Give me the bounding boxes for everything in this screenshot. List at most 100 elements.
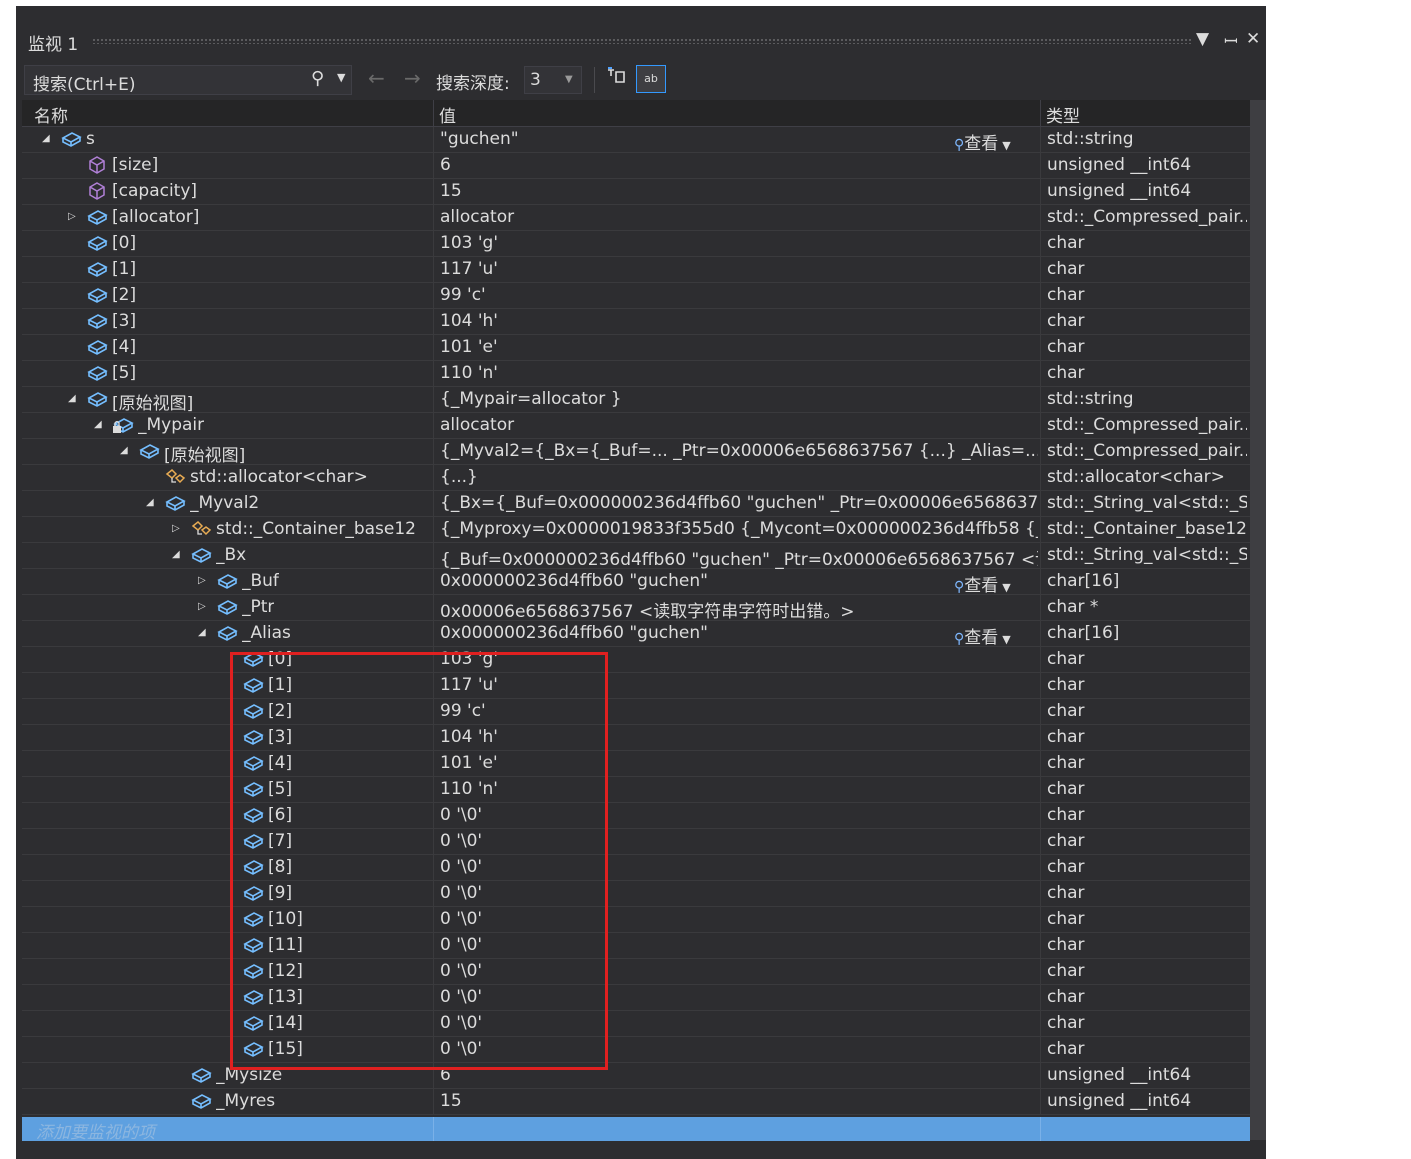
variable-value[interactable]: 6 (440, 155, 1038, 175)
name-cell[interactable]: ▷ _Ptr (22, 595, 434, 620)
expand-arrow-icon[interactable]: ▷ (172, 523, 184, 534)
watch-row[interactable]: _Mysize 6 unsigned __int64 (22, 1063, 1250, 1089)
name-cell[interactable]: [4] (22, 335, 434, 360)
pin-to-source-icon[interactable] (604, 64, 628, 94)
value-cell[interactable]: 0x00006e6568637567 <读取字符串字符时出错。> (434, 595, 1041, 622)
value-cell[interactable]: 0x000000236d4ffb60 "guchen" ⚲查看 ▼ (434, 569, 1041, 596)
name-cell[interactable]: ▷ _Buf (22, 569, 434, 594)
name-cell[interactable]: [5] (22, 361, 434, 386)
chevron-down-icon[interactable]: ▼ (1002, 139, 1010, 152)
visualizer-button[interactable]: ⚲查看 ▼ (954, 623, 1011, 648)
value-cell[interactable]: {_Mypair=allocator } (434, 387, 1041, 412)
watch-row[interactable]: [11] 0 '\0' char (22, 933, 1250, 959)
variable-value[interactable]: 117 'u' (440, 259, 1038, 279)
variable-value[interactable]: allocator (440, 415, 1038, 435)
name-cell[interactable]: [size] (22, 153, 434, 178)
add-watch-row[interactable]: 添加要监视的项 (22, 1117, 1250, 1143)
name-cell[interactable]: ◢ s (22, 127, 434, 152)
name-cell[interactable]: ◢ _Myval2 (22, 491, 434, 516)
variable-value[interactable]: {_Bx={_Buf=0x000000236d4ffb60 "guchen" _… (440, 493, 1038, 513)
name-cell[interactable]: ◢ _Mypair (22, 413, 434, 438)
variable-value[interactable]: {_Mypair=allocator } (440, 389, 1038, 409)
value-cell[interactable]: 117 'u' (434, 257, 1041, 282)
collapse-arrow-icon[interactable]: ◢ (198, 627, 210, 638)
variable-value[interactable]: "guchen" (440, 129, 1038, 149)
watch-row[interactable]: ▷ _Ptr 0x00006e6568637567 <读取字符串字符时出错。> cha… (22, 595, 1250, 622)
value-cell[interactable]: 103 'g' (434, 231, 1041, 256)
collapse-arrow-icon[interactable]: ◢ (68, 393, 80, 404)
watch-row[interactable]: [0] 103 'g' char (22, 647, 1250, 673)
name-cell[interactable]: ◢ [原始视图] (22, 387, 434, 414)
vertical-scrollbar[interactable] (1250, 100, 1266, 1140)
watch-row[interactable]: [7] 0 '\0' char (22, 829, 1250, 855)
watch-row[interactable]: [15] 0 '\0' char (22, 1037, 1250, 1063)
column-splitter[interactable] (433, 100, 434, 126)
value-cell[interactable]: 6 (434, 153, 1041, 178)
watch-row[interactable]: [1] 117 'u' char (22, 257, 1250, 283)
expand-arrow-icon[interactable]: ▷ (68, 211, 80, 222)
watch-row[interactable]: _Myres 15 unsigned __int64 (22, 1089, 1250, 1115)
chevron-down-icon[interactable]: ▼ (1002, 633, 1010, 646)
name-cell[interactable]: [1] (22, 257, 434, 282)
variable-value[interactable]: 99 'c' (440, 285, 1038, 305)
variable-value[interactable]: 15 (440, 1091, 1038, 1111)
name-cell[interactable]: ◢ [原始视图] (22, 439, 434, 466)
search-input[interactable]: 搜索(Ctrl+E) ⚲ ▼ (24, 65, 352, 95)
value-cell[interactable]: {...} (434, 465, 1041, 490)
expand-arrow-icon[interactable]: ▷ (198, 575, 210, 586)
collapse-arrow-icon[interactable]: ◢ (94, 419, 106, 430)
watch-row[interactable]: [4] 101 'e' char (22, 751, 1250, 777)
value-cell[interactable]: 15 (434, 1089, 1041, 1114)
value-cell[interactable]: allocator (434, 413, 1041, 438)
close-icon[interactable]: ✕ (1246, 29, 1260, 49)
value-cell[interactable]: "guchen" ⚲查看 ▼ (434, 127, 1041, 154)
name-cell[interactable]: [2] (22, 283, 434, 308)
value-cell[interactable]: 110 'n' (434, 361, 1041, 386)
name-cell[interactable]: ◢ _Bx (22, 543, 434, 568)
watch-row[interactable]: [3] 104 'h' char (22, 309, 1250, 335)
variable-value[interactable]: {_Myproxy=0x0000019833f355d0 {_Mycont=0x… (440, 519, 1038, 539)
variable-value[interactable]: 101 'e' (440, 337, 1038, 357)
add-watch-placeholder[interactable]: 添加要监视的项 (36, 1118, 155, 1143)
window-dropdown-button[interactable]: ▼ (1196, 29, 1209, 49)
name-cell[interactable]: _Myres (22, 1089, 434, 1114)
variable-value[interactable]: allocator (440, 207, 1038, 227)
pin-icon[interactable]: ꟷ (1224, 29, 1238, 52)
watch-row[interactable]: std::allocator<char> {...} std::allocator<… (22, 465, 1250, 491)
variable-value[interactable]: 103 'g' (440, 233, 1038, 253)
watch-row[interactable]: [8] 0 '\0' char (22, 855, 1250, 881)
value-cell[interactable]: allocator (434, 205, 1041, 230)
visualizer-button[interactable]: ⚲查看 ▼ (954, 129, 1011, 154)
name-cell[interactable]: [0] (22, 231, 434, 256)
search-options-dropdown-icon[interactable]: ▼ (337, 71, 345, 84)
variable-value[interactable]: 15 (440, 181, 1038, 201)
search-depth-select[interactable]: 3 ▼ (524, 66, 582, 94)
column-header-type[interactable]: 类型 (1046, 102, 1080, 127)
collapse-arrow-icon[interactable]: ◢ (120, 445, 132, 456)
value-cell[interactable]: 104 'h' (434, 309, 1041, 334)
watch-row[interactable]: [2] 99 'c' char (22, 699, 1250, 725)
watch-row[interactable]: ◢ s "guchen" ⚲查看 ▼ std::string (22, 127, 1250, 154)
watch-row[interactable]: ◢ _Myval2 {_Bx={_Buf=0x000000236d4ffb60 "g… (22, 491, 1250, 517)
name-cell[interactable]: ◢ _Alias (22, 621, 434, 646)
collapse-arrow-icon[interactable]: ◢ (42, 133, 54, 144)
visualizer-button[interactable]: ⚲查看 ▼ (954, 571, 1011, 596)
value-cell[interactable]: 99 'c' (434, 283, 1041, 308)
variable-value[interactable]: 0x000000236d4ffb60 "guchen" (440, 623, 1038, 643)
variable-value[interactable]: 104 'h' (440, 311, 1038, 331)
watch-row[interactable]: ◢ [原始视图] {_Mypair=allocator } std::string (22, 387, 1250, 414)
variable-value[interactable]: 0x000000236d4ffb60 "guchen" (440, 571, 1038, 591)
watch-row[interactable]: [2] 99 'c' char (22, 283, 1250, 309)
watch-row[interactable]: [9] 0 '\0' char (22, 881, 1250, 907)
variable-value[interactable]: 110 'n' (440, 363, 1038, 383)
watch-row[interactable]: ◢ _Alias 0x000000236d4ffb60 "guchen" ⚲查看 ▼ ch… (22, 621, 1250, 648)
search-next-button[interactable]: → (404, 66, 421, 90)
watch-row[interactable]: [5] 110 'n' char (22, 361, 1250, 387)
value-cell[interactable]: 15 (434, 179, 1041, 204)
watch-row[interactable]: [size] 6 unsigned __int64 (22, 153, 1250, 179)
watch-row[interactable]: ◢ _Bx {_Buf=0x000000236d4ffb60 "guchen" _P… (22, 543, 1250, 570)
value-cell[interactable]: {_Myproxy=0x0000019833f355d0 {_Mycont=0x… (434, 517, 1041, 542)
value-cell[interactable]: 0x000000236d4ffb60 "guchen" ⚲查看 ▼ (434, 621, 1041, 648)
chevron-down-icon[interactable]: ▼ (1002, 581, 1010, 594)
watch-row[interactable]: [12] 0 '\0' char (22, 959, 1250, 985)
